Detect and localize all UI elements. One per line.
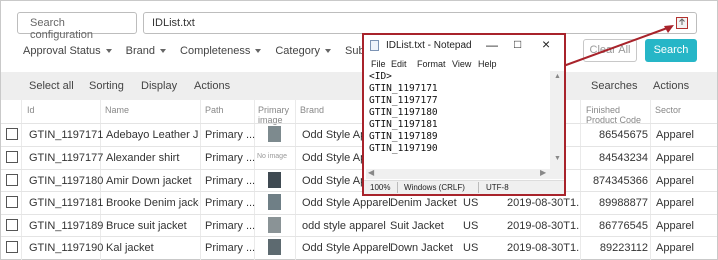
text-line: GTIN_1197171 (369, 83, 438, 94)
menu-edit[interactable]: Edit (391, 59, 407, 69)
status-line-endings: Windows (CRLF) (404, 183, 465, 192)
horizontal-scrollbar[interactable]: ◀ ▶ (366, 168, 550, 179)
notepad-window[interactable]: IDList.txt - Notepad — □ × File Edit For… (362, 33, 566, 196)
status-divider (397, 182, 398, 193)
status-divider (478, 182, 479, 193)
maximize-icon[interactable]: □ (514, 37, 521, 51)
menu-file[interactable]: File (371, 59, 386, 69)
text-line: GTIN_1197177 (369, 95, 438, 106)
menu-format[interactable]: Format (417, 59, 446, 69)
status-encoding: UTF-8 (486, 183, 509, 192)
vertical-scrollbar[interactable]: ▲ ▼ (550, 71, 564, 179)
notepad-text-area[interactable]: <ID> GTIN_1197171 GTIN_1197177 GTIN_1197… (366, 71, 549, 178)
text-line: GTIN_1197180 (369, 107, 438, 118)
notepad-menu-bar: File Edit Format View Help (364, 57, 564, 71)
text-line: GTIN_1197181 (369, 119, 438, 130)
text-line: GTIN_1197190 (369, 143, 438, 154)
notepad-icon (370, 40, 379, 51)
callout-arrow (546, 25, 674, 73)
scroll-right-icon[interactable]: ▶ (540, 168, 546, 177)
scroll-up-icon[interactable]: ▲ (554, 73, 561, 80)
scroll-left-icon[interactable]: ◀ (368, 168, 374, 177)
minimize-icon[interactable]: — (486, 38, 498, 52)
scroll-down-icon[interactable]: ▼ (554, 155, 561, 162)
notepad-title: IDList.txt - Notepad (386, 40, 472, 51)
notepad-title-bar[interactable]: IDList.txt - Notepad — □ × (364, 35, 564, 55)
menu-view[interactable]: View (452, 59, 471, 69)
text-line: <ID> (369, 71, 392, 82)
status-zoom: 100% (370, 183, 391, 192)
menu-help[interactable]: Help (478, 59, 497, 69)
close-icon[interactable]: × (542, 36, 550, 52)
text-line: GTIN_1197189 (369, 131, 438, 142)
notepad-status-bar: 100% Windows (CRLF) UTF-8 (364, 180, 564, 194)
